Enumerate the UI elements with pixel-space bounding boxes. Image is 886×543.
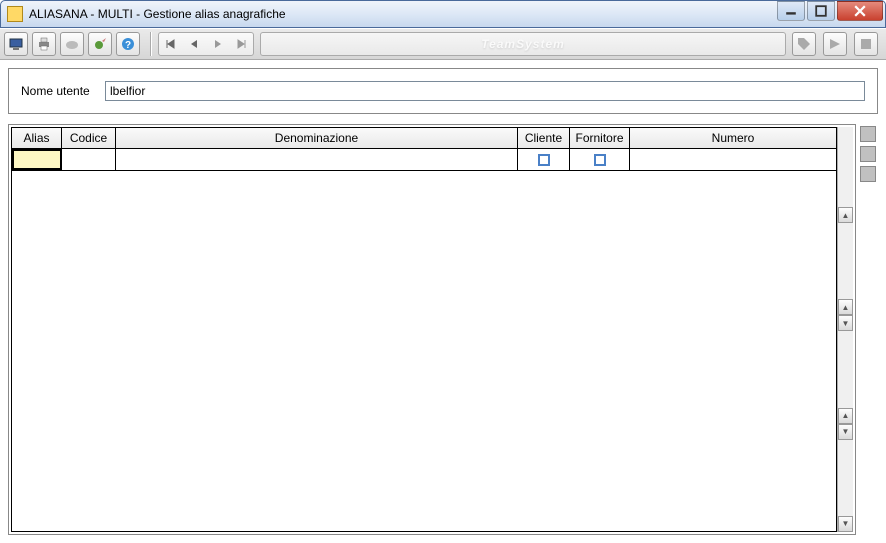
- cell-numero[interactable]: [630, 149, 836, 170]
- toolbar-button-3[interactable]: [60, 32, 84, 56]
- side-action-3[interactable]: [860, 166, 876, 182]
- toolbar-button-print[interactable]: [32, 32, 56, 56]
- help-icon: ?: [121, 37, 135, 51]
- brand-logo: TeamSystem: [481, 37, 565, 51]
- toolbar-button-4[interactable]: [88, 32, 112, 56]
- side-action-panel: [856, 124, 878, 535]
- cell-codice[interactable]: [62, 149, 116, 170]
- arrow-icon: [828, 37, 842, 51]
- prev-icon: [189, 39, 199, 49]
- stop-icon: [859, 37, 873, 51]
- maximize-button[interactable]: [807, 1, 835, 21]
- window-controls: [775, 1, 883, 21]
- username-input[interactable]: [105, 81, 865, 101]
- scroll-down3-button[interactable]: ▼: [838, 516, 853, 532]
- side-action-1[interactable]: [860, 126, 876, 142]
- col-header-numero[interactable]: Numero: [630, 128, 836, 149]
- grid-frame: Alias Codice Denominazione Cliente Forni…: [8, 124, 856, 535]
- toolbar-right-group: [792, 32, 882, 56]
- maximize-icon: [815, 5, 827, 17]
- data-grid[interactable]: Alias Codice Denominazione Cliente Forni…: [11, 127, 837, 532]
- username-label: Nome utente: [21, 84, 105, 98]
- cell-cliente[interactable]: [518, 149, 570, 170]
- minimize-button[interactable]: [777, 1, 805, 21]
- next-icon: [213, 39, 223, 49]
- username-frame: Nome utente: [8, 68, 878, 114]
- scroll-down2-button[interactable]: ▼: [838, 424, 853, 440]
- cell-alias[interactable]: [12, 149, 62, 170]
- close-icon: [854, 5, 866, 17]
- toolbar-button-1[interactable]: [4, 32, 28, 56]
- last-icon: [237, 39, 247, 49]
- window-title: ALIASANA - MULTI - Gestione alias anagra…: [29, 7, 286, 21]
- content-area: Nome utente Alias Codice Denominazione C…: [0, 60, 886, 543]
- checkbox-cliente[interactable]: [538, 154, 550, 166]
- table-row[interactable]: [12, 149, 836, 171]
- checkbox-fornitore[interactable]: [594, 154, 606, 166]
- title-bar: ALIASANA - MULTI - Gestione alias anagra…: [0, 0, 886, 28]
- scroll-up2-button[interactable]: ▲: [838, 299, 853, 315]
- grid-empty-area: [12, 171, 836, 531]
- app-icon: [7, 6, 23, 22]
- cloud-icon: [65, 37, 79, 51]
- toolbar-right-button-2[interactable]: [823, 32, 847, 56]
- record-navigator: [158, 32, 254, 56]
- scroll-down-button[interactable]: ▼: [838, 315, 853, 331]
- grid-header: Alias Codice Denominazione Cliente Forni…: [12, 128, 836, 149]
- scroll-up-button[interactable]: ▲: [838, 207, 853, 223]
- toolbar-separator: [150, 32, 152, 56]
- toolbar-brand-area: TeamSystem: [260, 32, 786, 56]
- toolbar-right-button-3[interactable]: [854, 32, 878, 56]
- col-header-alias[interactable]: Alias: [12, 128, 62, 149]
- tag-icon: [797, 37, 811, 51]
- col-header-cliente[interactable]: Cliente: [518, 128, 570, 149]
- svg-text:?: ?: [125, 40, 131, 51]
- cell-fornitore[interactable]: [570, 149, 630, 170]
- side-action-2[interactable]: [860, 146, 876, 162]
- nav-prev-button[interactable]: [187, 35, 201, 53]
- close-button[interactable]: [837, 1, 883, 21]
- export-icon: [93, 37, 107, 51]
- toolbar-button-help[interactable]: ?: [116, 32, 140, 56]
- nav-last-button[interactable]: [235, 35, 249, 53]
- nav-first-button[interactable]: [163, 35, 177, 53]
- minimize-icon: [785, 5, 797, 17]
- col-header-denominazione[interactable]: Denominazione: [116, 128, 518, 149]
- col-header-fornitore[interactable]: Fornitore: [570, 128, 630, 149]
- toolbar-right-button-1[interactable]: [792, 32, 816, 56]
- col-header-codice[interactable]: Codice: [62, 128, 116, 149]
- scroll-up3-button[interactable]: ▲: [838, 408, 853, 424]
- cell-denominazione[interactable]: [116, 149, 518, 170]
- vertical-scrollbar[interactable]: ▲ ▲ ▼ ▲ ▼ ▼: [837, 127, 853, 532]
- printer-icon: [37, 37, 51, 51]
- screen-icon: [9, 37, 23, 51]
- first-icon: [165, 39, 175, 49]
- toolbar: ? TeamSystem: [0, 28, 886, 60]
- nav-next-button[interactable]: [211, 35, 225, 53]
